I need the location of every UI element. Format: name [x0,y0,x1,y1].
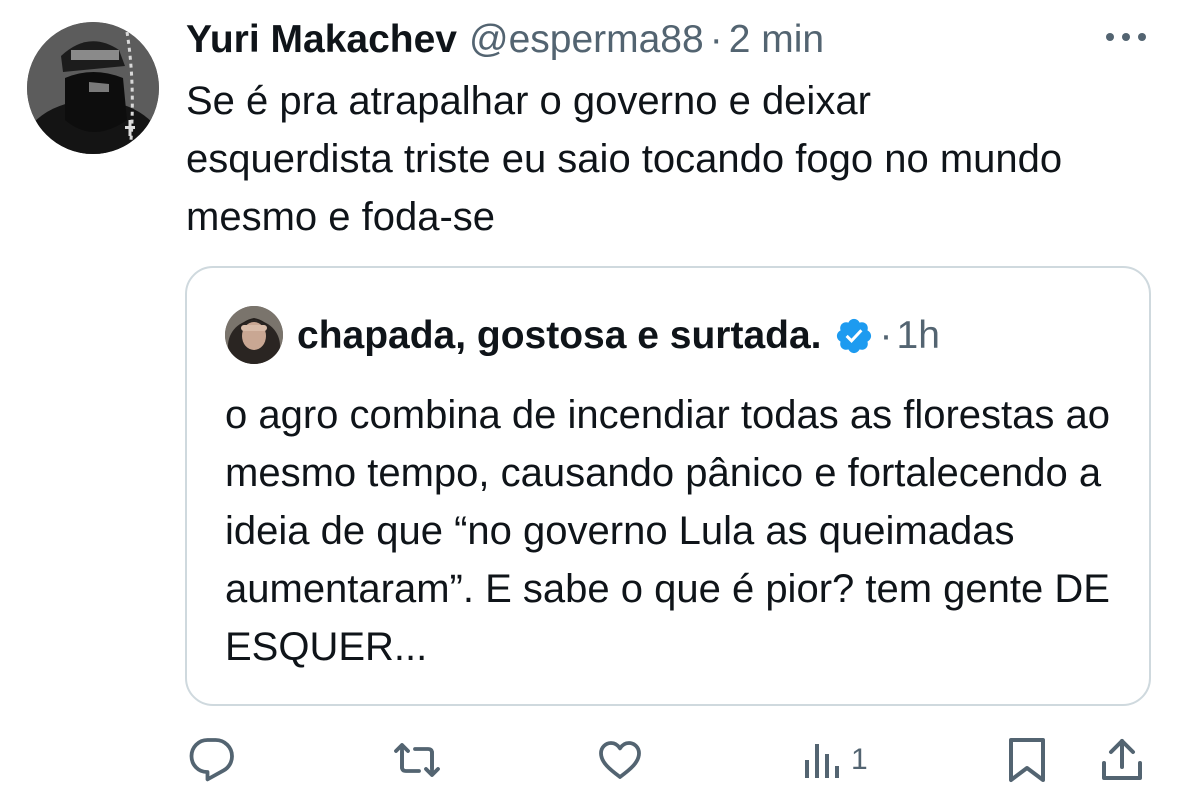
views-count: 1 [851,743,868,776]
reply-button[interactable] [188,730,236,790]
share-icon [1102,739,1142,780]
heart-icon [599,741,641,779]
quoted-author-name[interactable]: chapada, gostosa e surtada. [297,314,822,358]
tweet[interactable]: Yuri Makachev @esperma88 · 2 min Se é pr… [0,0,1179,805]
quoted-tweet-text: o agro combina de incendiar todas as flo… [225,393,1110,669]
tweet-text: Se é pra atrapalhar o governo e deixar e… [186,79,1063,239]
retweet-icon [394,743,440,777]
views-chart-icon [805,744,839,778]
more-options-button[interactable] [1100,22,1152,52]
author-name[interactable]: Yuri Makachev [186,18,457,62]
views-button[interactable]: 1 [801,730,868,790]
author-handle[interactable]: @esperma88 [469,18,704,62]
reply-icon [189,738,234,782]
bookmark-button[interactable] [1005,730,1049,790]
quoted-header-separator: · [879,314,893,357]
bookmark-icon [1009,738,1045,782]
like-button[interactable] [596,730,644,790]
verified-badge-icon [836,318,871,354]
more-dots-icon [1106,33,1146,41]
tweet-header: Yuri Makachev @esperma88 · 2 min [186,14,824,66]
author-avatar-image [27,22,159,154]
quoted-tweet-card[interactable]: chapada, gostosa e surtada. · 1h o agro … [185,266,1151,706]
share-button[interactable] [1098,730,1146,790]
quoted-author-avatar [225,306,283,364]
quoted-tweet-header: chapada, gostosa e surtada. · 1h [297,310,940,362]
retweet-button[interactable] [392,730,442,790]
tweet-timestamp[interactable]: 2 min [729,18,824,62]
header-separator: · [709,18,723,61]
quoted-tweet-timestamp[interactable]: 1h [897,314,940,358]
quoted-avatar-image [225,306,283,364]
author-avatar[interactable] [27,22,159,154]
action-bar: 1 [0,730,1179,790]
